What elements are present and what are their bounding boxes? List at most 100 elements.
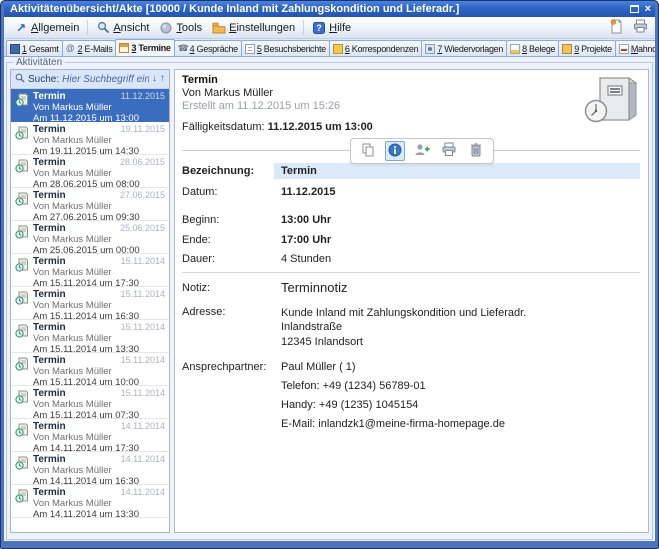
resubmission-tab-icon [425,44,435,54]
window-title: Aktivitätenübersicht/Akte [10000 / Kunde… [10,3,624,15]
appointment-item-icon [15,324,29,352]
new-document-icon [610,19,623,37]
appointment-item-icon [15,159,29,187]
activity-list-item[interactable]: Termin 14.11.2014 Von Markus Müller Am 1… [11,485,169,518]
delete-button[interactable] [466,141,486,161]
appointment-book-clock-icon [583,73,641,130]
copy-document-button[interactable] [358,141,378,161]
field-bezeichnung: Bezeichnung: Termin [182,163,640,179]
activity-list-item[interactable]: Termin 19.11.2015 Von Markus Müller Am 1… [11,122,169,155]
contact-name: Paul Müller ( 1) [281,361,640,373]
due-date-value: 11.12.2015 um 13:00 [268,121,373,133]
activity-search[interactable]: Suche: ↓ ↑ [11,70,169,89]
add-contact-icon [414,142,430,161]
tab-projekte[interactable]: 9 Projekte [558,40,616,56]
menu-hilfe[interactable]: ? Hilfe [307,19,356,37]
detail-divider [182,150,640,151]
search-icon [15,70,25,88]
detail-title: Termin [182,74,640,86]
fields-separator [182,272,640,273]
activity-list-item[interactable]: Termin 11.12.2015 Von Markus Müller Am 1… [11,89,169,122]
due-date-row: Fälligkeitsdatum: 11.12.2015 um 13:00 [182,121,640,133]
activity-list-item[interactable]: Termin 25.06.2015 Von Markus Müller Am 2… [11,221,169,254]
print-menu-button[interactable] [632,20,648,36]
magnifier-icon [96,21,110,35]
window-controls: × [630,4,651,14]
menu-einstellungen[interactable]: Einstellungen [207,19,300,37]
field-ende: Ende: 17:00 Uhr [182,234,640,246]
contact-phone: Telefon: +49 (1234) 56789-01 [281,380,640,392]
field-datum: Datum: 11.12.2015 [182,186,640,198]
adresse-line2: Inlandstraße [281,320,640,334]
folder-icon [212,21,226,35]
search-input[interactable] [62,74,149,85]
appointment-item-icon [15,291,29,319]
app-window: Aktivitätenübersicht/Akte [10000 / Kunde… [0,0,659,549]
tab-belege[interactable]: 8 Belege [506,40,559,56]
appointment-item-icon [15,225,29,253]
overview-tab-icon [10,44,20,54]
contact-mobile: Handy: +49 (1235) 1045154 [281,399,640,411]
activity-list-item[interactable]: Termin 15.11.2014 Von Markus Müller Am 1… [11,287,169,320]
search-prev-button[interactable]: ↑ [160,74,165,84]
activity-list-item[interactable]: Termin 15.11.2014 Von Markus Müller Am 1… [11,353,169,386]
new-document-button[interactable] [608,20,624,36]
dunning-tab-icon [619,44,629,54]
tab-korrespondenzen[interactable]: 6 Korrespondenzen [329,40,422,56]
due-date-label: Fälligkeitsdatum: [182,121,265,133]
letter-tab-icon [333,44,343,54]
field-notiz: Notiz: Terminnotiz [182,282,640,295]
activities-groupbox: Aktivitäten Suche: ↓ ↑ [6,57,653,540]
receipt-tab-icon [510,44,520,54]
menu-ansicht[interactable]: Ansicht [91,19,154,37]
activity-list-item[interactable]: Termin 14.11.2014 Von Markus Müller Am 1… [11,419,169,452]
info-button[interactable] [385,141,405,161]
add-contact-button[interactable] [412,141,432,161]
activity-list-item[interactable]: Termin 14.11.2014 Von Markus Müller Am 1… [11,452,169,485]
adresse-line3: 12345 Inlandsort [281,335,640,349]
activities-legend: Aktivitäten [13,57,65,68]
activity-list-item[interactable]: Termin 28.06.2015 Von Markus Müller Am 2… [11,155,169,188]
appointment-detail-panel: Termin Von Markus Müller Erstellt am 11.… [174,69,649,533]
activity-list-item[interactable]: Termin 27.06.2015 Von Markus Müller Am 2… [11,188,169,221]
tab-wiedervorlagen[interactable]: 7 Wiedervorlagen [421,40,507,56]
tab-emails[interactable]: 2 E-Mails [62,40,117,56]
tab-gespraeche[interactable]: 4 Gespräche [174,40,242,56]
tab-besuchsberichte[interactable]: 5 Besuchsberichte [241,40,330,56]
adresse-line1: Kunde Inland mit Zahlungskondition und L… [281,306,640,320]
tabbar: 1 Gesamt 2 E-Mails 3 Termine 4 Gespräche… [4,39,655,57]
detail-toolbar [350,138,494,164]
appointment-item-icon [15,93,29,121]
copy-document-icon [360,142,376,161]
client-area: Aktivitäten Suche: ↓ ↑ [4,57,655,541]
report-tab-icon [245,44,255,54]
appointment-item-icon [15,126,29,154]
tab-termine[interactable]: 3 Termine [115,39,174,57]
printer-icon [441,142,457,160]
appointment-item-icon [15,456,29,484]
appointment-item-icon [15,423,29,451]
appointment-item-icon [15,357,29,385]
menu-tools[interactable]: Tools [154,19,207,37]
menubar-right [608,20,650,36]
at-tab-icon [66,44,76,54]
restore-button[interactable] [630,5,639,13]
tabs-container: 1 Gesamt 2 E-Mails 3 Termine 4 Gespräche… [7,39,655,56]
search-next-button[interactable]: ↓ [152,74,157,84]
activity-list-item[interactable]: Termin 15.11.2014 Von Markus Müller Am 1… [11,254,169,287]
svg-text:?: ? [316,23,322,33]
activity-list-item[interactable]: Termin 15.11.2014 Von Markus Müller Am 1… [11,320,169,353]
field-adresse: Adresse: Kunde Inland mit Zahlungskondit… [182,306,640,349]
tab-gesamt[interactable]: 1 Gesamt [6,40,63,56]
menubar-items: ↗ Allgemein Ansicht Tools Einstellungen … [9,19,356,37]
menu-allgemein[interactable]: ↗ Allgemein [9,19,84,37]
calendar-tab-icon [119,43,129,53]
activity-list-item[interactable]: Termin 15.11.2014 Von Markus Müller Am 1… [11,386,169,419]
menubar: ↗ Allgemein Ansicht Tools Einstellungen … [4,17,655,39]
print-button[interactable] [439,141,459,161]
sphere-icon [159,21,173,35]
trash-icon [469,142,483,160]
close-button[interactable]: × [645,4,651,14]
appointment-item-icon [15,390,29,418]
tab-mahndokumente[interactable]: Mahndokumente [615,40,655,56]
